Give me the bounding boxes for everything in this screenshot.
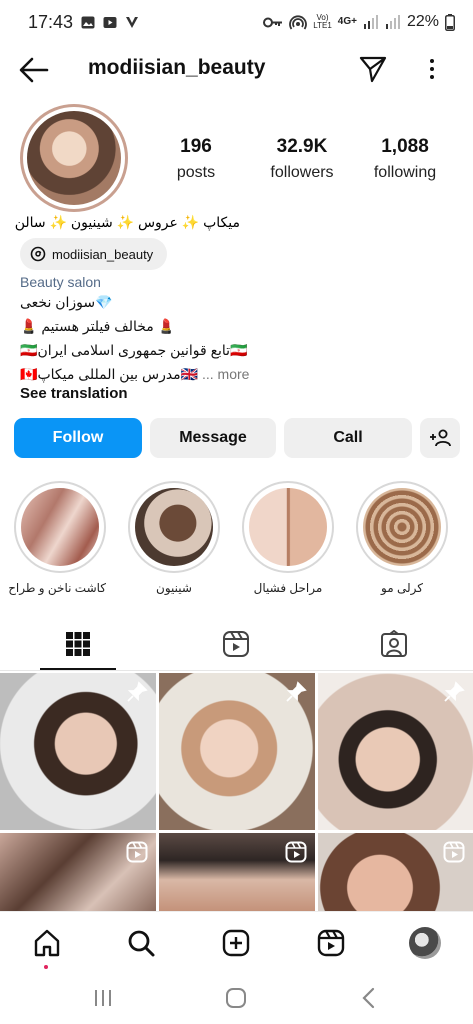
add-person-icon [430, 429, 451, 447]
highlight-nails-image [21, 488, 99, 566]
followers-label: followers [270, 164, 334, 181]
threads-handle: modiisian_beauty [52, 246, 154, 262]
highlight-label: شینیون [156, 581, 192, 595]
search-icon [128, 930, 155, 957]
status-bar: 17:43 Vo) LTE1 4G+ 22% [0, 0, 473, 44]
home-square-icon [226, 988, 246, 1008]
highlight-facial-image [249, 488, 327, 566]
profile-avatar[interactable] [20, 104, 128, 212]
profile-tabs [0, 618, 473, 671]
home-icon [34, 929, 60, 957]
grid-post-1[interactable] [0, 673, 156, 830]
call-button[interactable]: Call [284, 418, 412, 458]
profile-avatar-icon [409, 927, 441, 959]
grid-post-6[interactable] [318, 833, 473, 911]
reels-icon [317, 929, 345, 957]
threads-icon [30, 246, 46, 262]
home-button[interactable] [221, 985, 251, 1011]
tab-tagged[interactable] [374, 624, 414, 664]
posts-count: 196 [180, 136, 212, 157]
highlight-updo[interactable]: شینیون [128, 481, 220, 595]
more-link[interactable]: ... more [202, 366, 249, 382]
bio-top-line: میکاپ ✨ عروس ✨ شینیون ✨ سالن [14, 214, 240, 230]
grid-icon [66, 632, 90, 656]
profile-top-bar: modiisian_beauty [0, 46, 473, 94]
highlight-nails[interactable]: کاشت ناخن و طراح [8, 481, 106, 595]
grid-post-4[interactable] [0, 833, 156, 911]
follow-button[interactable]: Follow [14, 418, 142, 458]
create-icon [222, 929, 250, 957]
avatar-image [27, 111, 121, 205]
posts-grid [0, 673, 473, 911]
bio-last-line: 🇨🇦مدرس بین المللی میکاپ🇬🇧 ... more [20, 366, 249, 383]
grid-post-5[interactable] [159, 833, 315, 911]
hotspot-icon [289, 15, 308, 30]
following-stat[interactable]: 1,088 following [366, 136, 444, 182]
following-label: following [373, 164, 437, 181]
battery-icon [445, 13, 455, 31]
signal-icon-2 [385, 15, 400, 29]
threads-handle-chip[interactable]: modiisian_beauty [20, 238, 168, 270]
gallery-icon [81, 16, 95, 28]
network-type: 4G+ [337, 16, 357, 27]
tagged-icon [381, 630, 407, 657]
posts-label: posts [176, 164, 216, 181]
profile-category: Beauty salon [20, 274, 101, 290]
message-button[interactable]: Message [150, 418, 276, 458]
reels-icon [223, 631, 249, 657]
nav-search[interactable] [124, 926, 158, 960]
profile-username: modiisian_beauty [88, 56, 266, 79]
battery-percent: 22% [406, 13, 439, 30]
grid-post-3[interactable] [318, 673, 473, 830]
status-time: 17:43 [28, 11, 74, 32]
following-count: 1,088 [381, 136, 429, 157]
bottom-navigation [0, 911, 473, 973]
highlight-facial[interactable]: مراحل فشیال [242, 481, 334, 595]
back-arrow-icon[interactable] [18, 56, 50, 84]
tabs-divider [0, 670, 473, 671]
back-chevron-icon [362, 987, 375, 1009]
recents-icon [95, 990, 111, 1006]
highlight-updo-image [135, 488, 213, 566]
bio-line-filter: 💄 مخالف فیلتر هستیم 💄 [20, 318, 176, 334]
key-icon [263, 17, 283, 27]
posts-stat[interactable]: 196 posts [166, 136, 226, 182]
highlight-curly-image [363, 488, 441, 566]
v-app-icon [126, 16, 139, 28]
nav-reels[interactable] [314, 926, 348, 960]
reel-badge-icon [285, 841, 307, 863]
tab-grid[interactable] [58, 624, 98, 664]
grid-post-2[interactable] [159, 673, 315, 830]
followers-count: 32.9K [276, 136, 328, 157]
reel-badge-icon [126, 841, 148, 863]
home-notification-dot [44, 965, 48, 969]
followers-stat[interactable]: 32.9K followers [262, 136, 342, 182]
add-user-button[interactable] [420, 418, 460, 458]
send-icon[interactable] [358, 54, 388, 84]
bio-line-name: 💎سوزان نخعی [20, 294, 113, 310]
nav-home[interactable] [30, 926, 64, 960]
highlight-label: کرلی مو [381, 581, 423, 595]
back-button[interactable] [354, 985, 384, 1011]
highlight-label: مراحل فشیال [253, 581, 323, 595]
highlight-curly[interactable]: کرلی مو [356, 481, 448, 595]
more-vertical-icon[interactable] [420, 54, 444, 84]
pin-icon [444, 681, 465, 702]
youtube-icon [103, 16, 117, 28]
nav-create[interactable] [219, 926, 253, 960]
signal-icon-1 [363, 15, 378, 29]
see-translation-link[interactable]: See translation [20, 385, 128, 402]
highlight-label: کاشت ناخن و طراح [8, 581, 106, 595]
reel-badge-icon [443, 841, 465, 863]
bio-line-teacher: 🇨🇦مدرس بین المللی میکاپ🇬🇧 [20, 366, 199, 382]
bio-line-laws: 🇮🇷تابع قوانین جمهوری اسلامی ایران🇮🇷 [20, 342, 248, 358]
tab-reels[interactable] [216, 624, 256, 664]
nav-profile[interactable] [408, 926, 442, 960]
system-navigation-bar [0, 973, 473, 1024]
recents-button[interactable] [88, 985, 118, 1011]
pin-icon [127, 681, 148, 702]
pin-icon [286, 681, 307, 702]
volte-indicator: Vo) LTE1 [313, 13, 332, 30]
